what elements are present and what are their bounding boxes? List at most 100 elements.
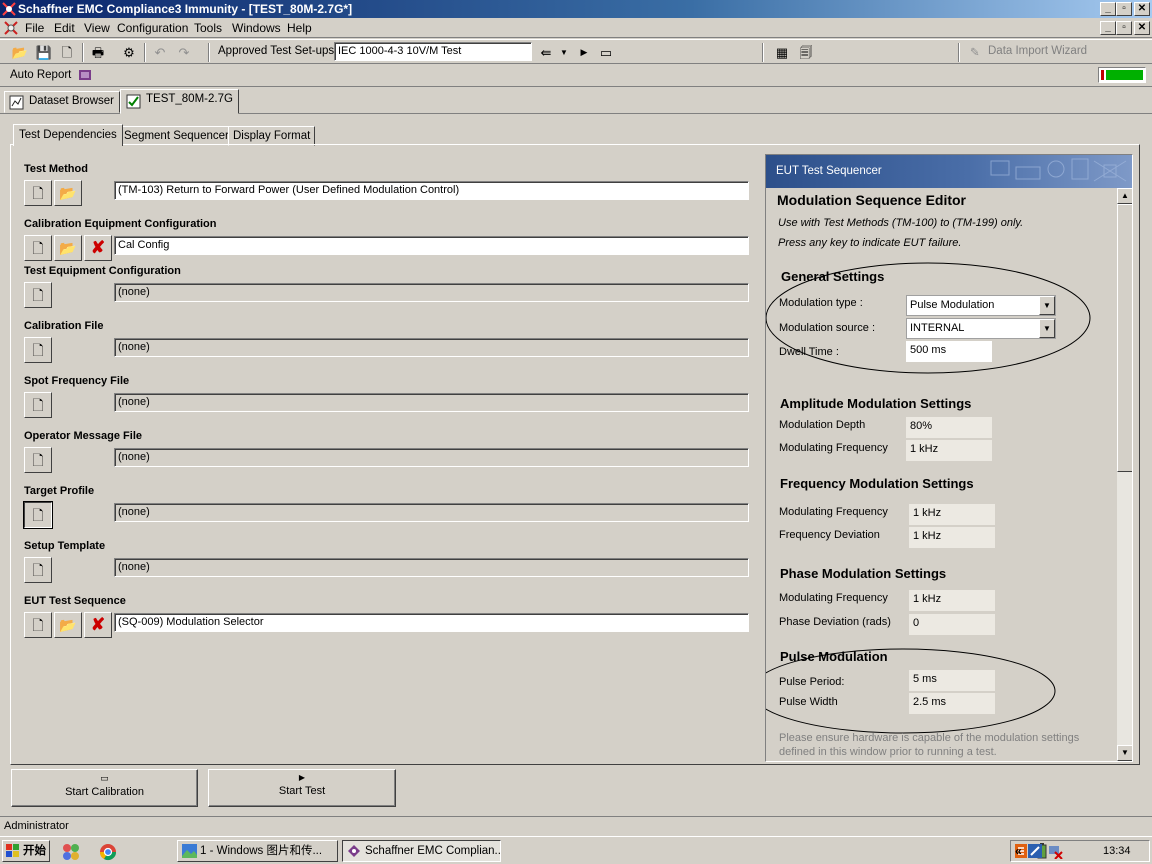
calendar-icon[interactable]: ▦: [772, 43, 792, 62]
play-icon[interactable]: ▶: [574, 43, 594, 62]
apply-arrow-icon[interactable]: ⇚: [536, 43, 556, 62]
ruler-icon[interactable]: ▭: [596, 43, 616, 62]
new-file-icon[interactable]: 🗋: [24, 392, 52, 418]
menu-windows[interactable]: Windows: [232, 21, 281, 35]
new-file-icon[interactable]: 🗋: [24, 337, 52, 363]
sequence-editor-title: Modulation Sequence Editor: [777, 192, 967, 208]
pm-modulating-frequency-input[interactable]: 1 kHz: [909, 590, 995, 611]
menu-configuration[interactable]: Configuration: [117, 21, 188, 35]
menu-help[interactable]: Help: [287, 21, 312, 35]
print-icon[interactable]: 🖶: [88, 43, 108, 62]
setup-template-field[interactable]: (none): [114, 558, 749, 577]
new-file-icon[interactable]: 🗋: [24, 612, 52, 638]
eut-sequence-field[interactable]: (SQ-009) Modulation Selector: [114, 613, 749, 632]
report-icon[interactable]: 🗐: [796, 43, 816, 62]
chrome-browser-icon[interactable]: [99, 843, 117, 861]
minimize-button[interactable]: _: [1100, 2, 1116, 16]
open-folder-icon[interactable]: 📂: [54, 180, 82, 206]
book-icon[interactable]: [77, 67, 93, 83]
tab-dataset-browser[interactable]: Dataset Browser: [4, 91, 121, 113]
maximize-button[interactable]: ▫: [1116, 2, 1132, 16]
task-label: Schaffner EMC Complian...: [365, 845, 501, 857]
frequency-deviation-input[interactable]: 1 kHz: [909, 527, 995, 548]
fm-modulating-frequency-input[interactable]: 1 kHz: [909, 504, 995, 525]
eut-test-sequencer-panel: EUT Test Sequencer Modulation Sequence E…: [765, 154, 1133, 762]
delete-icon[interactable]: ✘: [84, 235, 112, 261]
test-equipment-field[interactable]: (none): [114, 283, 749, 302]
scroll-up-icon[interactable]: ▲: [1117, 188, 1132, 204]
modulation-depth-label: Modulation Depth: [779, 419, 866, 431]
cal-file-label: Calibration File: [24, 320, 104, 332]
open-folder-icon[interactable]: 📂: [54, 612, 82, 638]
new-document-icon[interactable]: 🗋: [57, 43, 77, 62]
tab-display-format[interactable]: Display Format: [228, 126, 316, 146]
operator-message-field[interactable]: (none): [114, 448, 749, 467]
undo-icon[interactable]: ↶: [150, 43, 170, 62]
new-file-icon[interactable]: 🗋: [23, 501, 53, 529]
phase-deviation-input[interactable]: 0: [909, 614, 995, 635]
clock: 13:34: [1103, 845, 1131, 857]
new-file-icon[interactable]: 🗋: [24, 447, 52, 473]
sequencer-header: EUT Test Sequencer: [766, 155, 1132, 188]
auto-report-label[interactable]: Auto Report: [10, 69, 71, 81]
new-file-icon[interactable]: 🗋: [24, 557, 52, 583]
child-restore-button[interactable]: ▫: [1116, 21, 1132, 35]
menu-view[interactable]: View: [84, 21, 110, 35]
tab-segment-sequencer[interactable]: Segment Sequencer: [119, 126, 234, 146]
usage-note: Use with Test Methods (TM-100) to (TM-19…: [778, 217, 1024, 229]
test-method-field[interactable]: (TM-103) Return to Forward Power (User D…: [114, 181, 749, 200]
open-folder-icon[interactable]: 📂: [10, 43, 30, 62]
target-profile-label: Target Profile: [24, 485, 95, 497]
new-file-icon[interactable]: 🗋: [24, 235, 52, 261]
start-button[interactable]: 开始: [2, 840, 50, 862]
scrollbar-thumb[interactable]: [1117, 204, 1132, 472]
toolbar-separator: [144, 43, 146, 62]
tab-test-80m[interactable]: TEST_80M-2.7G: [120, 89, 239, 114]
modulation-depth-input[interactable]: 80%: [906, 417, 992, 438]
menu-bar: File Edit View Configuration Tools Windo…: [0, 18, 1152, 38]
taskbar-photo-viewer[interactable]: 1 - Windows 图片和传...: [177, 840, 338, 862]
menu-tools[interactable]: Tools: [194, 21, 222, 35]
spot-frequency-field[interactable]: (none): [114, 393, 749, 412]
approved-setups-input[interactable]: IEC 1000-4-3 10V/M Test: [334, 42, 532, 61]
child-minimize-button[interactable]: _: [1100, 21, 1116, 35]
target-profile-field[interactable]: (none): [114, 503, 749, 522]
cal-equipment-label: Calibration Equipment Configuration: [24, 218, 217, 230]
new-file-icon[interactable]: 🗋: [24, 180, 52, 206]
windows-logo-icon: [6, 844, 19, 857]
cal-file-field[interactable]: (none): [114, 338, 749, 357]
redo-icon[interactable]: ↷: [174, 43, 194, 62]
menu-edit[interactable]: Edit: [54, 21, 75, 35]
sequencer-scrollbar[interactable]: ▲ ▼: [1117, 188, 1132, 761]
pencil-icon: ✎: [970, 47, 980, 59]
equipment-banner-icon: [990, 158, 1127, 182]
start-calibration-button[interactable]: ▭ Start Calibration: [11, 769, 198, 807]
tray-disconnected-icon[interactable]: [1047, 843, 1063, 859]
menu-file[interactable]: File: [25, 21, 44, 35]
delete-icon[interactable]: ✘: [84, 612, 112, 638]
settings-tool-icon[interactable]: ⚙: [119, 43, 139, 62]
dropdown-arrow-icon[interactable]: ▼: [554, 43, 574, 62]
cal-equipment-field[interactable]: Cal Config: [114, 236, 749, 255]
data-import-wizard-button[interactable]: Data Import Wizard: [988, 45, 1087, 57]
task-label: 1 - Windows 图片和传...: [200, 845, 323, 857]
child-window-icon[interactable]: [3, 20, 19, 36]
tray-network-icon[interactable]: [1027, 843, 1043, 859]
close-button[interactable]: ✕: [1134, 2, 1150, 16]
tab-test-dependencies[interactable]: Test Dependencies: [13, 124, 123, 146]
start-test-button[interactable]: ▶ Start Test: [208, 769, 396, 807]
progress-marker: [1101, 70, 1104, 80]
toolbar-separator: [208, 43, 210, 62]
save-icon[interactable]: 💾: [34, 43, 54, 62]
new-file-icon[interactable]: 🗋: [24, 282, 52, 308]
am-modulating-frequency-input[interactable]: 1 kHz: [906, 440, 992, 461]
open-folder-icon[interactable]: 📂: [54, 235, 82, 261]
phase-deviation-label: Phase Deviation (rads): [779, 616, 891, 628]
tray-expand-icon[interactable]: «: [1015, 844, 1022, 858]
toolbar-separator: [762, 43, 764, 62]
taskbar-schaffner-emc[interactable]: Schaffner EMC Complian...: [342, 840, 501, 862]
quick-launch-app-icon[interactable]: [62, 843, 80, 861]
child-close-button[interactable]: ✕: [1134, 21, 1150, 35]
toolbar: 📂 💾 🗋 🖶 ⚙ ↶ ↷ Approved Test Set-ups IEC …: [0, 39, 1152, 64]
scroll-down-icon[interactable]: ▼: [1117, 745, 1132, 761]
